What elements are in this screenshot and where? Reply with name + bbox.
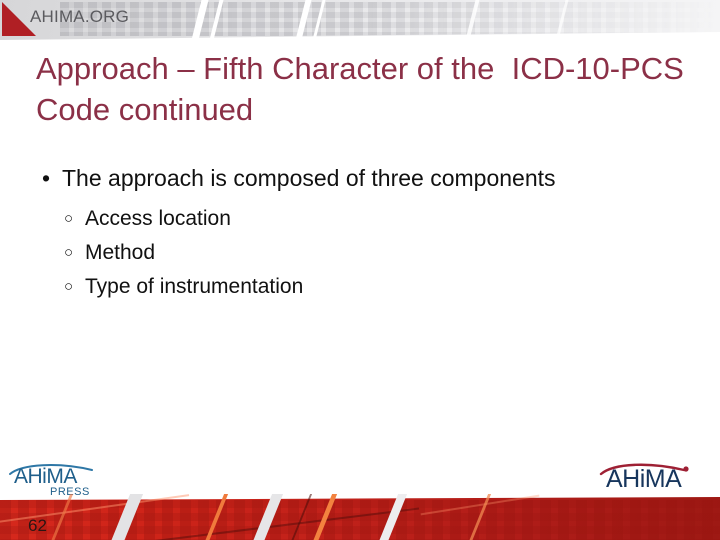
sub-bullet-text: Type of instrumentation (85, 274, 304, 298)
svg-text:AHiMA: AHiMA (606, 465, 682, 493)
bullet-list-level2: ○ Access location ○ Method ○ Type of ins… (62, 206, 562, 300)
ahima-press-logo: AHiMA PRESS (8, 458, 108, 498)
sub-bullet-marker-icon: ○ (64, 209, 74, 227)
bullet-marker-icon: • (42, 165, 51, 191)
svg-text:AHiMA: AHiMA (14, 465, 77, 488)
sub-bullet-item: ○ Method (62, 240, 562, 265)
sub-bullet-item: ○ Type of instrumentation (62, 274, 562, 299)
slide-title: Approach – Fifth Character of the ICD-10… (36, 51, 693, 128)
sub-bullet-item: ○ Access location (62, 206, 562, 231)
sub-bullet-text: Access location (85, 206, 231, 230)
header-texture (60, 2, 720, 36)
slide-body: • The approach is composed of three comp… (36, 163, 676, 308)
sub-bullet-marker-icon: ○ (64, 243, 74, 261)
slide-header: AHIMA.ORG (0, 0, 720, 40)
slide: AHIMA.ORG Approach – Fifth Character of … (0, 0, 720, 540)
page-number: 62 (28, 516, 47, 535)
slide-footer (0, 494, 720, 540)
sub-bullet-text: Method (85, 240, 156, 264)
sub-bullet-marker-icon: ○ (64, 277, 74, 295)
bullet-item: • The approach is composed of three comp… (36, 163, 562, 299)
bullet-text: The approach is composed of three compon… (62, 165, 556, 191)
header-brand-label: AHIMA.ORG (30, 7, 130, 26)
bullet-list-level1: • The approach is composed of three comp… (36, 163, 676, 299)
ahima-logo: AHiMA (598, 460, 710, 494)
